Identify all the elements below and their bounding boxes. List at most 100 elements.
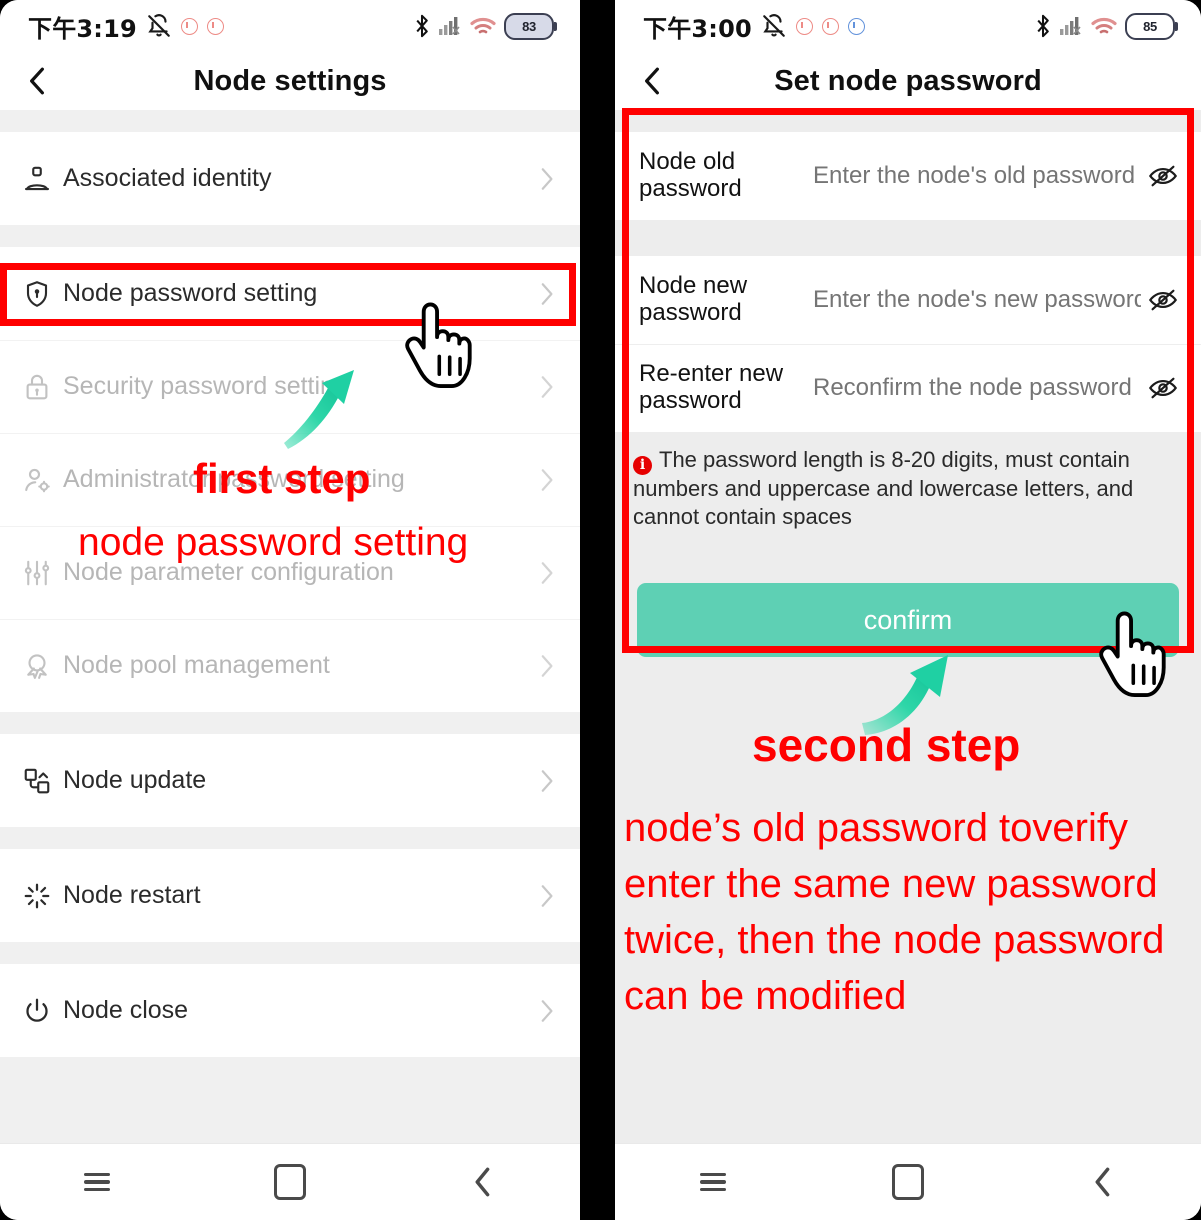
sliders-icon [20,556,54,590]
recents-icon[interactable] [0,1169,193,1195]
sidebar-item-node-pool-management[interactable]: Node pool management [0,619,580,712]
home-icon[interactable] [193,1164,386,1200]
status-time: 下午3:00 [643,14,752,43]
list-spacer [0,942,580,964]
back-icon[interactable] [387,1167,580,1197]
page-title: Set node password [774,64,1042,97]
left-title-bar: Node settings [0,52,580,110]
chevron-right-icon [534,282,558,306]
wifi-icon [469,15,497,37]
right-status-bar: 下午3:00 85 [615,0,1201,52]
sidebar-item-node-close[interactable]: Node close [0,964,580,1057]
left-android-navbar [0,1143,580,1220]
password-form: Node old password Node new password [615,110,1201,1184]
sidebar-item-label: Node update [63,766,207,794]
eye-slash-icon[interactable] [1143,287,1183,313]
settings-list: Associated identity Node password settin… [0,110,580,1157]
field-node-old-password[interactable]: Node old password [615,132,1201,220]
sidebar-item-label: Node password setting [63,279,318,307]
right-title-bar: Set node password [615,52,1201,110]
home-icon[interactable] [810,1164,1005,1200]
sidebar-item-label: Node pool management [63,651,330,679]
bell-off-icon [146,13,172,39]
sidebar-item-label: Administrator password setting [63,465,405,493]
sidebar-item-label: Node restart [63,881,201,909]
chevron-right-icon [534,654,558,678]
back-button[interactable] [637,66,667,96]
field-label: Node new password [639,272,748,326]
status-left-group: 下午3:00 [643,9,865,44]
notification-dot-icon [795,17,813,35]
new-password-input[interactable] [807,285,1143,315]
node-pool-icon [20,649,54,683]
chevron-right-icon [534,999,558,1023]
list-spacer [0,110,580,132]
bell-off-icon [761,13,787,39]
sidebar-item-security-password-setting[interactable]: Security password setting [0,340,580,433]
chevron-right-icon [534,769,558,793]
status-right-group: 85 [1034,12,1178,40]
sidebar-item-label: Associated identity [63,164,272,192]
sidebar-item-node-parameter-configuration[interactable]: Node parameter configuration [0,526,580,619]
sidebar-item-label: Node parameter configuration [63,558,394,586]
page-title: Node settings [193,64,387,97]
form-spacer [615,110,1201,132]
node-update-icon [20,764,54,798]
eye-slash-icon[interactable] [1143,163,1183,189]
field-label: Node old password [639,148,742,202]
chevron-right-icon [534,375,558,399]
wifi-icon [1090,15,1118,37]
power-icon [20,994,54,1028]
person-badge-icon [20,162,54,196]
left-status-bar: 下午3:19 83 [0,0,580,52]
notification-dot-blue-icon [847,17,865,35]
error-info-icon: i [633,456,652,475]
chevron-right-icon [534,167,558,191]
field-node-new-password[interactable]: Node new password [615,256,1201,344]
screenshot-stage: 下午3:19 83 Node settings Associated ident… [0,0,1201,1220]
sidebar-item-label: Security password setting [63,372,348,400]
password-rule-hint: i The password length is 8-20 digits, mus… [615,432,1201,550]
sidebar-item-associated-identity[interactable]: Associated identity [0,132,580,225]
battery-icon: 83 [504,12,557,40]
shield-key-icon [20,277,54,311]
confirm-button[interactable]: confirm [637,583,1179,658]
sidebar-item-administrator-password-setting[interactable]: Administrator password setting [0,433,580,526]
back-button[interactable] [22,66,52,96]
chevron-right-icon [534,468,558,492]
list-spacer [0,827,580,849]
back-icon[interactable] [1006,1167,1201,1197]
field-reenter-new-password[interactable]: Re-enter new password [615,344,1201,432]
confirm-area: confirm [615,549,1201,684]
status-left-group: 下午3:19 [28,9,224,44]
right-android-navbar [615,1143,1201,1220]
list-spacer [0,225,580,247]
notification-dot-icon [180,17,198,35]
bluetooth-icon [413,14,431,38]
battery-level: 85 [1143,18,1157,34]
sidebar-item-label: Node close [63,996,189,1024]
battery-icon: 85 [1125,12,1178,40]
padlock-icon [20,370,54,404]
chevron-right-icon [534,561,558,585]
status-right-group: 83 [413,12,557,40]
reenter-password-input[interactable] [807,373,1143,403]
hint-text: The password length is 8-20 digits, must… [633,447,1134,530]
bluetooth-icon [1034,14,1052,38]
notification-dot-icon [206,17,224,35]
chevron-right-icon [534,884,558,908]
list-spacer [0,712,580,734]
recents-icon[interactable] [615,1169,810,1195]
left-phone-panel: 下午3:19 83 Node settings Associated ident… [0,0,580,1220]
status-time: 下午3:19 [28,14,137,43]
sidebar-item-node-update[interactable]: Node update [0,734,580,827]
form-spacer [615,220,1201,256]
field-label: Re-enter new password [639,360,784,414]
battery-level: 83 [522,18,536,34]
eye-slash-icon[interactable] [1143,375,1183,401]
sidebar-item-node-password-setting[interactable]: Node password setting [0,247,580,340]
right-phone-panel: 下午3:00 85 Set node password Node old pas… [615,0,1201,1220]
sidebar-item-node-restart[interactable]: Node restart [0,849,580,942]
old-password-input[interactable] [807,161,1143,191]
person-gear-icon [20,463,54,497]
